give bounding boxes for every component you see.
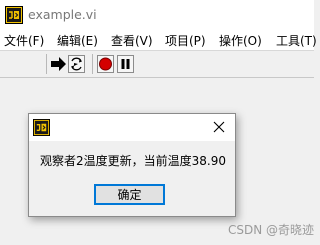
menu-project[interactable]: 项目(P) xyxy=(165,32,206,49)
menu-bar: 文件(F) 编辑(E) 查看(V) 项目(P) 操作(O) 工具(T) xyxy=(0,30,317,50)
run-arrow-icon xyxy=(51,57,66,71)
title-bar: example.vi xyxy=(0,0,314,30)
pause-button[interactable] xyxy=(117,55,134,73)
abort-stop-icon xyxy=(99,57,112,71)
close-icon[interactable] xyxy=(212,120,226,134)
dialog-title-bar xyxy=(29,114,235,141)
labview-vi-icon xyxy=(5,6,23,24)
labview-vi-icon xyxy=(33,119,50,136)
run-button[interactable] xyxy=(50,55,67,73)
menu-view[interactable]: 查看(V) xyxy=(111,32,153,49)
ok-button[interactable]: 确定 xyxy=(94,184,165,205)
toolbar xyxy=(0,50,314,78)
toolbar-separator xyxy=(92,54,93,74)
menu-operate[interactable]: 操作(O) xyxy=(219,32,262,49)
menu-file[interactable]: 文件(F) xyxy=(4,32,44,49)
menu-tools[interactable]: 工具(T) xyxy=(276,32,317,49)
toolbar-separator xyxy=(46,54,47,74)
abort-button[interactable] xyxy=(97,55,114,73)
watermark: CSDN @奇晓迹 xyxy=(228,223,315,237)
run-continuously-button[interactable] xyxy=(68,55,85,73)
labview-window: example.vi 文件(F) 编辑(E) 查看(V) 项目(P) 操作(O)… xyxy=(0,0,317,245)
menu-edit[interactable]: 编辑(E) xyxy=(57,32,98,49)
message-dialog: 观察者2温度更新，当前温度38.90 确定 xyxy=(28,113,236,217)
run-continuously-icon xyxy=(71,57,82,71)
pause-icon xyxy=(121,59,130,69)
dialog-message: 观察者2温度更新，当前温度38.90 xyxy=(40,154,226,168)
window-title: example.vi xyxy=(28,7,97,22)
